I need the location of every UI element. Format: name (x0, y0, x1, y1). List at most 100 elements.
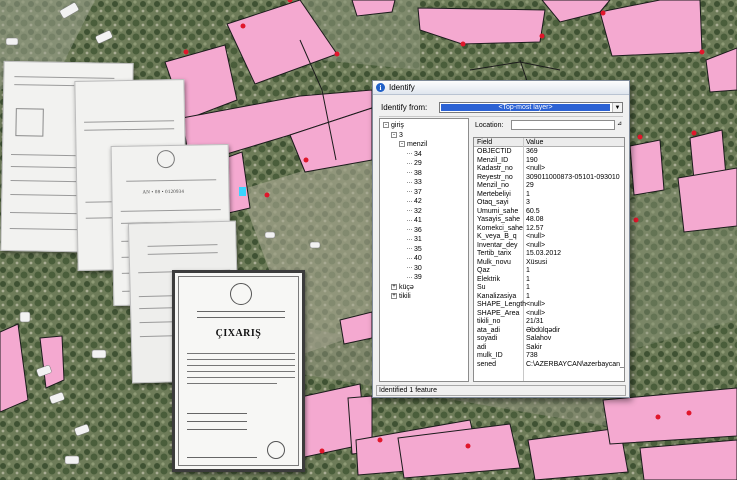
table-row[interactable]: Menzil_no 29 (474, 182, 624, 190)
tree-node[interactable]: 33 (407, 178, 422, 187)
field-value: 60.5 (526, 207, 540, 215)
tree-node[interactable]: 38 (407, 169, 422, 178)
table-row[interactable]: Su 1 (474, 284, 624, 292)
field-value: 369 (526, 148, 538, 155)
table-row[interactable]: Kanalizasiya 1 (474, 292, 624, 301)
tree-node[interactable]: 41 (407, 216, 422, 225)
field-value: Xüsusi (526, 258, 548, 266)
table-row[interactable]: Elektrik 1 (474, 276, 624, 284)
identify-titlebar[interactable]: i Identify (373, 81, 629, 95)
table-row[interactable]: OBJECTID 369 (474, 148, 624, 156)
field-value: 29 (526, 182, 534, 189)
attribute-table[interactable]: Field Value OBJECTID 369 Menzil_ID 190 Kadas… (473, 137, 625, 382)
identify-window[interactable]: i Identify Identify from: <Top-most laye… (372, 80, 630, 398)
field-name: Kanalizasiya (477, 292, 517, 300)
table-row[interactable]: SHAPE_Area <null> (474, 309, 624, 318)
table-row[interactable]: Otaq_sayi 3 (474, 199, 624, 207)
tree-node[interactable]: 32 (407, 207, 422, 216)
document-number: AN • 08 • 0120934 (142, 189, 185, 196)
feature-tree[interactable]: - giriş -3- menzil 34 29 38 33 37 42 32 41 36 31 35 40 3… (379, 118, 469, 382)
status-bar: Identified 1 feature (376, 385, 626, 396)
identify-from-dropdown[interactable]: <Top-most layer> ▼ (439, 102, 623, 113)
tree-node[interactable]: - giriş (383, 121, 404, 130)
location-field[interactable] (511, 120, 615, 130)
identify-from-label: Identify from: (381, 103, 428, 112)
field-name: K_veya_B_q (477, 233, 517, 240)
table-row[interactable]: ata_adi Əbdülqədir (474, 327, 624, 335)
field-value: <null> (526, 301, 546, 308)
tree-node-label: 39 (414, 274, 422, 281)
tree-node[interactable]: 34 (407, 150, 422, 159)
field-value: 1 (526, 267, 530, 274)
tree-node-label: 31 (414, 236, 422, 243)
field-name: SHAPE_Length (477, 301, 527, 308)
column-header-field: Field (477, 139, 493, 146)
field-name: Mulk_novu (477, 258, 511, 266)
table-row[interactable]: K_veya_B_q <null> (474, 233, 624, 241)
field-name: Otaq_sayi (477, 199, 509, 206)
expand-icon[interactable]: + (391, 293, 397, 300)
tree-node[interactable]: -3 (391, 131, 403, 140)
tree-connector (407, 181, 412, 183)
tree-connector (407, 248, 412, 250)
column-header-value: Value (526, 139, 544, 146)
expand-icon[interactable]: + (391, 283, 397, 290)
table-row[interactable]: Umumi_sahe 60.5 (474, 207, 624, 216)
tree-node[interactable]: 42 (407, 197, 422, 206)
field-name: Inventar_dey (477, 241, 518, 249)
tree-node-label: 38 (414, 169, 422, 177)
tree-node[interactable]: 30 (407, 264, 422, 273)
table-row[interactable]: sened C:\AZERBAYCAN\azerbaycan_sur (474, 360, 624, 369)
tree-node[interactable]: 37 (407, 188, 422, 197)
table-row[interactable]: Komekci_sahe 12.57 (474, 225, 624, 233)
tree-connector (407, 200, 412, 202)
field-value: <null> (526, 309, 546, 317)
table-row[interactable]: Menzil_ID 190 (474, 157, 624, 165)
tree-node[interactable]: 35 (407, 245, 422, 254)
table-row[interactable]: Reyestr_no 309011000873-05101-093010 (474, 173, 624, 182)
table-row[interactable]: soyadi Salahov (474, 335, 624, 343)
tree-node-label: giriş (391, 122, 404, 129)
table-row[interactable]: Kadastr_no <null> (474, 165, 624, 173)
field-name: adi (477, 343, 487, 351)
tree-node-label: 41 (414, 217, 422, 224)
table-row[interactable]: Mulk_novu Xüsusi (474, 258, 624, 267)
field-name: Kadastr_no (477, 165, 513, 172)
collapse-icon[interactable]: - (391, 131, 397, 138)
field-name: soyadi (477, 335, 498, 342)
identify-from-value: <Top-most layer> (441, 104, 610, 111)
table-row[interactable]: mulk_ID 738 (474, 352, 624, 360)
table-row[interactable]: Inventar_dey <null> (474, 241, 624, 250)
table-row[interactable]: adi Sakir (474, 343, 624, 352)
tree-node[interactable]: - menzil (399, 140, 427, 149)
parcel (629, 139, 665, 196)
tree-node[interactable]: + küçə (391, 283, 414, 292)
tree-node-label: 33 (414, 179, 422, 186)
field-name: sened (477, 360, 497, 368)
tree-node-label: 32 (414, 207, 422, 215)
field-name: Mertebeliyi (477, 190, 511, 198)
table-row[interactable]: SHAPE_Length <null> (474, 301, 624, 309)
field-name: mulk_ID (477, 352, 503, 359)
identify-from-row: Identify from: <Top-most layer> ▼ (381, 102, 623, 113)
tree-node-label: 36 (414, 226, 422, 234)
tree-node[interactable]: 39 (407, 273, 422, 282)
tree-node[interactable]: 29 (407, 159, 422, 168)
certificate-document: ÇIXARIŞ (172, 270, 305, 472)
table-row[interactable]: tikili_no 21/31 (474, 318, 624, 326)
tree-node[interactable]: 40 (407, 254, 422, 263)
table-row[interactable]: Mertebeliyi 1 (474, 190, 624, 199)
tree-connector (407, 238, 412, 240)
tree-node[interactable]: 31 (407, 235, 422, 244)
tree-node[interactable]: 36 (407, 226, 422, 235)
collapse-icon[interactable]: - (383, 122, 389, 129)
info-icon: i (376, 83, 385, 92)
collapse-icon[interactable]: - (399, 141, 405, 148)
table-row[interactable]: Tertib_tarix 15.03.2012 (474, 250, 624, 258)
table-row[interactable]: Yasayis_sahe 48.08 (474, 216, 624, 224)
tree-connector (407, 229, 412, 231)
tree-node[interactable]: + tikili (391, 292, 411, 301)
field-name: Reyestr_no (477, 173, 513, 181)
chevron-down-icon[interactable]: ▼ (612, 103, 622, 112)
table-row[interactable]: Qaz 1 (474, 267, 624, 275)
